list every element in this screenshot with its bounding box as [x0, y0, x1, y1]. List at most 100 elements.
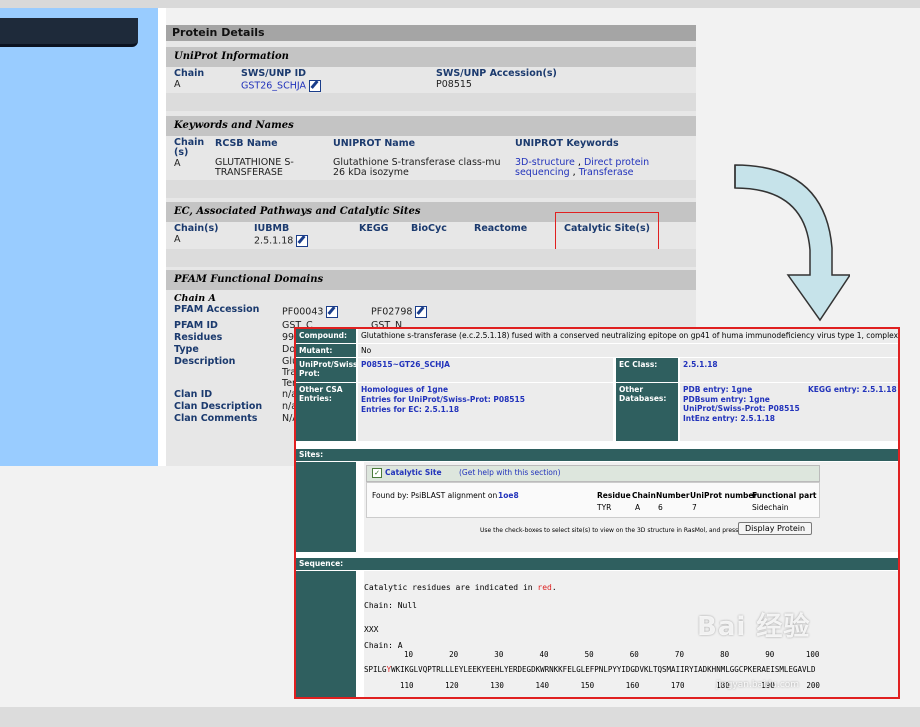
- kw-chain-label: Chain (s): [174, 137, 205, 158]
- display-protein-button[interactable]: Display Protein: [738, 522, 813, 535]
- divider: [158, 8, 166, 466]
- panel-title: Protein Details: [166, 25, 696, 41]
- other-csa-link[interactable]: Entries for UniProt/Swiss-Prot: P08515: [361, 395, 610, 405]
- stripe: [166, 93, 696, 111]
- ec-iubmb-cell: 2.5.1.18: [254, 235, 309, 247]
- seq-post: WKIKGLVQPTRLLLEYLEEKYEEHLYERDEGDKWRNKKFE…: [391, 665, 816, 674]
- chain-null: Chain: Null: [364, 601, 417, 610]
- other-db-label: Other Databases:: [616, 383, 678, 441]
- pfam-acc1-cell: PF00043: [282, 306, 339, 318]
- kw-link[interactable]: sequencing: [515, 167, 570, 178]
- other-csa-label: Other CSA Entries:: [296, 383, 356, 441]
- ec-reactome-label: Reactome: [474, 223, 528, 234]
- other-csa-link[interactable]: Homologues of 1gne: [361, 385, 610, 395]
- uniprot-value[interactable]: P08515~GT26_SCHJA: [358, 358, 613, 382]
- mutant-value: No: [358, 344, 898, 357]
- top-bar: [0, 0, 920, 8]
- col-residue: Residue: [597, 491, 631, 500]
- cell-residue: TYR: [597, 503, 612, 512]
- pfam-heading: PFAM Functional Domains: [166, 270, 696, 290]
- chain-a: Chain: A: [364, 641, 403, 650]
- other-csa-link[interactable]: Entries for EC: 2.5.1.18: [361, 405, 610, 415]
- kegg-link[interactable]: KEGG entry: 2.5.1.18: [808, 385, 897, 395]
- ruler-1: 10 20 30 40 50 60 70 80 90 100: [404, 650, 820, 659]
- kw-uniprot-name-label: UNIPROT Name: [333, 138, 416, 149]
- kw-uniprot-kw-label: UNIPROT Keywords: [515, 138, 619, 149]
- cell-chain: A: [635, 503, 641, 512]
- edit-icon[interactable]: [415, 306, 428, 318]
- edit-icon[interactable]: [296, 235, 309, 247]
- uniprot-swsid-cell: GST26_SCHJA: [241, 80, 321, 92]
- col-number: Number: [656, 491, 690, 500]
- ec-chain: A: [174, 234, 181, 245]
- seq-note: Catalytic residues are indicated in red.: [364, 583, 557, 592]
- site-header: ✓ Catalytic Site (Get help with this sec…: [366, 465, 820, 482]
- pfam-clan-desc-label: Clan Description: [174, 401, 263, 412]
- site-body: Found by: PsiBLAST alignment on 1oe8 Res…: [366, 482, 820, 518]
- stripe: [166, 249, 696, 267]
- keywords-heading: Keywords and Names: [166, 116, 696, 136]
- uniprot-swsid-label: SWS/UNP ID: [241, 68, 306, 79]
- pfam-desc-label: Description: [174, 356, 236, 367]
- uniprot-label: UniProt/Swiss-Prot:: [296, 358, 361, 382]
- compound-value: Glutathione s-transferase (e.c.2.5.1.18)…: [358, 329, 898, 343]
- watermark-url: jingyan.baidu.com: [716, 680, 800, 690]
- uniprot-row: UniProt/Swiss-Prot: P08515~GT26_SCHJA EC…: [296, 358, 898, 382]
- other-db-list: PDB entry: 1gne PDBsum entry: 1gne UniPr…: [680, 383, 898, 441]
- uniprot-heading: UniProt Information: [166, 47, 696, 67]
- kw-chain: A: [174, 158, 181, 169]
- cell-uniprot-number: 7: [692, 503, 697, 512]
- kw-keywords: 3D-structure , Direct protein sequencing…: [515, 157, 650, 178]
- watermark-logo: Bai 经验: [697, 612, 811, 642]
- site-title[interactable]: Catalytic Site: [385, 468, 442, 477]
- sidebar: [0, 8, 158, 466]
- sites-side: [296, 462, 356, 552]
- uniprot-acc: P08515: [436, 79, 472, 90]
- seq-note-a: Catalytic residues are indicated in: [364, 583, 533, 592]
- sequence-label: Sequence:: [296, 558, 898, 570]
- other-db-link[interactable]: UniProt/Swiss-Prot: P08515: [683, 404, 895, 414]
- kw-rcsb-label: RCSB Name: [215, 138, 278, 149]
- site-help-link[interactable]: (Get help with this section): [459, 468, 561, 477]
- bottom-bar: [0, 707, 920, 727]
- cell-functional-part: Sidechain: [752, 503, 789, 512]
- sites-area: ✓ Catalytic Site (Get help with this sec…: [364, 462, 898, 552]
- pfam-clan-comm-label: Clan Comments: [174, 413, 258, 424]
- uniprot-chain: A: [174, 79, 181, 90]
- sidebar-tab[interactable]: [0, 18, 138, 47]
- compound-row: Compound: Glutathione s-transferase (e.c…: [296, 329, 898, 343]
- sequence-line: SPILGYWKIKGLVQPTRLLLEYLEEKYEEHLYERDEGDKW…: [364, 665, 816, 674]
- sites-label: Sites:: [296, 449, 898, 461]
- edit-icon[interactable]: [308, 80, 321, 92]
- mutant-label: Mutant:: [296, 344, 356, 357]
- other-db-link[interactable]: IntEnz entry: 2.5.1.18: [683, 414, 895, 424]
- other-row: Other CSA Entries: Homologues of 1gne En…: [296, 383, 898, 441]
- uniprot-acc-label: SWS/UNP Accession(s): [436, 68, 557, 79]
- col-chain: Chain: [632, 491, 656, 500]
- compound-label: Compound:: [296, 329, 356, 343]
- pfam-acc2-cell: PF02798: [371, 306, 428, 318]
- ec-class-value[interactable]: 2.5.1.18: [680, 358, 898, 382]
- found-link[interactable]: 1oe8: [498, 491, 519, 500]
- pfam-res1: 99: [282, 332, 295, 343]
- pfam-acc-label: PFAM Accession: [174, 304, 260, 315]
- uniprot-chain-label: Chain: [174, 68, 205, 79]
- uniprot-swsid-link[interactable]: GST26_SCHJA: [241, 81, 306, 92]
- other-csa-list: Homologues of 1gne Entries for UniProt/S…: [358, 383, 613, 441]
- seq-note-b: .: [551, 583, 557, 592]
- kw-rcsb-name: GLUTATHIONE S- TRANSFERASE: [215, 157, 294, 178]
- kw-link[interactable]: Transferase: [579, 167, 634, 178]
- col-uniprot-number: UniProt number: [690, 491, 758, 500]
- sequence-side: [296, 571, 356, 697]
- seq-note-red: red: [537, 583, 552, 592]
- pfam-type-label: Type: [174, 344, 199, 355]
- site-checkbox[interactable]: ✓: [372, 468, 382, 478]
- edit-icon[interactable]: [326, 306, 339, 318]
- col-functional-part: Functional part: [752, 491, 817, 500]
- pfam-acc2: PF02798: [371, 306, 413, 318]
- found-by: Found by: PsiBLAST alignment on: [372, 491, 498, 500]
- seq-pre: SPILG: [364, 665, 387, 674]
- ec-iubmb: 2.5.1.18: [254, 235, 294, 247]
- ec-class-label: EC Class:: [616, 358, 678, 382]
- other-db-link[interactable]: PDBsum entry: 1gne: [683, 395, 895, 405]
